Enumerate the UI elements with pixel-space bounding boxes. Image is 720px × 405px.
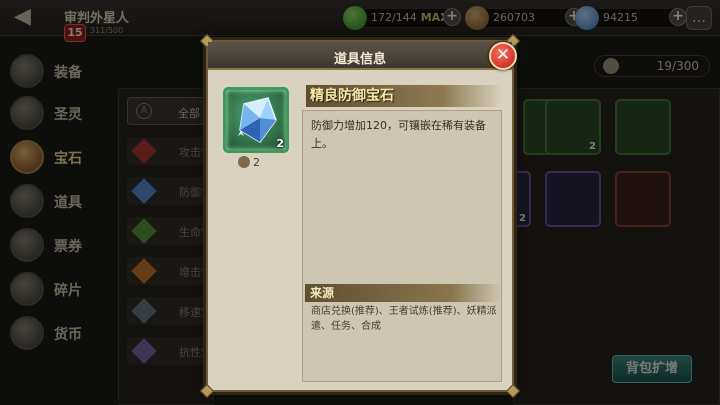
item-description-panel: 防御力增加120，可镶嵌在稀有装备上。 来源 商店兑换(推荐)、王者试炼(推荐)… (302, 110, 502, 382)
source-list: 商店兑换(推荐)、王者试炼(推荐)、妖精派遣、任务、合成 (311, 306, 497, 332)
item-name: 精良防御宝石 (306, 85, 502, 107)
blue-crystal-gem-icon: 2 (223, 87, 289, 153)
item-info-dialog: 道具信息 ✕ 2 2 精良防御宝石 防御力增加120，可镶嵌在稀有装备上。 来源… (199, 33, 521, 399)
bag-icon (238, 156, 250, 168)
dialog-title: 道具信息 (333, 52, 386, 67)
close-x-icon[interactable]: ✕ (489, 42, 517, 70)
dialog-header: 道具信息 (208, 42, 512, 70)
owned-quantity: 2 (238, 156, 260, 169)
source-heading: 来源 (305, 284, 501, 302)
item-description: 防御力增加120，可镶嵌在稀有装备上。 (311, 119, 486, 150)
owned-quantity-value: 2 (253, 156, 260, 169)
item-count: 2 (276, 137, 284, 150)
